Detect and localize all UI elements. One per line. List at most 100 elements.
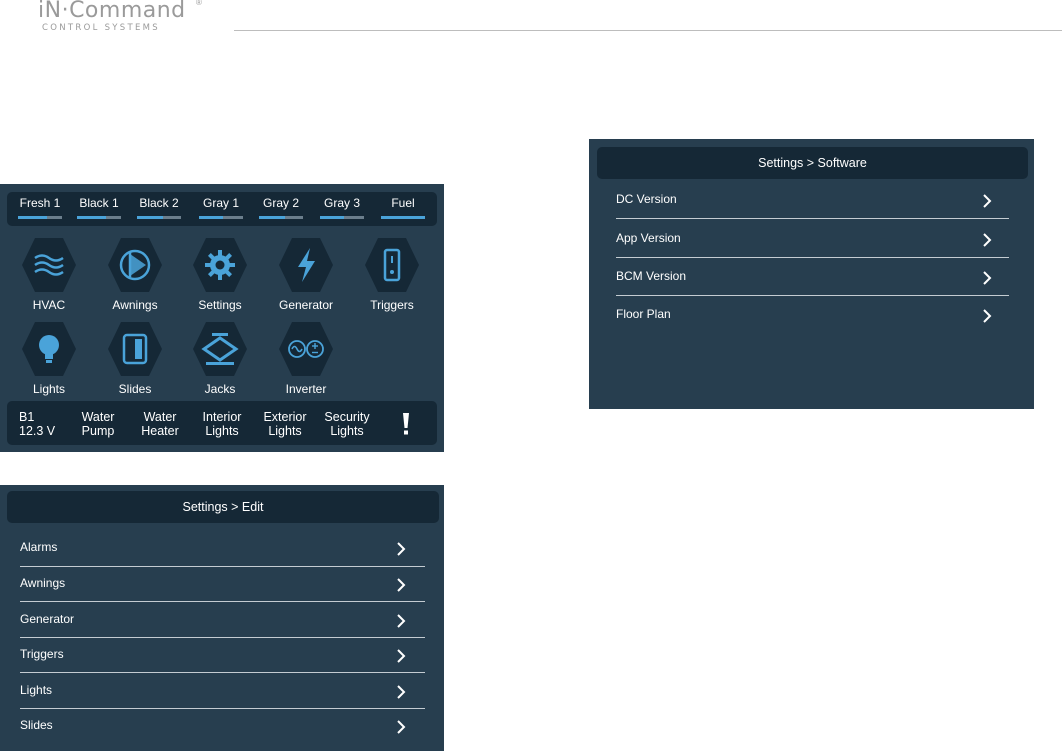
awning-icon: [108, 238, 162, 292]
status-line2: Pump: [81, 424, 115, 438]
app-label: Awnings: [112, 298, 158, 312]
status-line2: Lights: [205, 424, 239, 438]
status-line1: Water: [81, 410, 115, 424]
tank-gray-3[interactable]: Gray 3: [315, 192, 369, 226]
app-triggers[interactable]: Triggers: [352, 236, 432, 316]
settings-item-triggers[interactable]: Triggers: [20, 648, 408, 664]
tank-level-track: [18, 216, 62, 219]
software-item-floor-plan[interactable]: Floor Plan: [616, 308, 996, 324]
chevron-right-icon: [397, 578, 406, 592]
list-divider: [616, 218, 1009, 219]
lightning-bolt-icon: [279, 238, 333, 292]
tank-fresh-1[interactable]: Fresh 1: [13, 192, 67, 226]
tank-level-track: [77, 216, 121, 219]
app-label: Inverter: [285, 382, 327, 396]
tank-level-fill: [77, 216, 106, 219]
tank-level-track: [199, 216, 243, 219]
tank-level-fill: [199, 216, 224, 219]
chevron-right-icon: [397, 649, 406, 663]
software-item-app-version[interactable]: App Version: [616, 232, 996, 248]
battery-status[interactable]: B1 12.3 V: [19, 401, 69, 445]
status-line1: Security: [324, 410, 370, 424]
inverter-icon: [279, 322, 333, 376]
settings-edit-panel: Settings > Edit Alarms Awnings Generator…: [0, 485, 444, 751]
status-line1: Interior: [202, 410, 242, 424]
app-awnings[interactable]: Awnings: [95, 236, 175, 316]
list-item-label: DC Version: [616, 192, 677, 206]
settings-item-lights[interactable]: Lights: [20, 684, 408, 700]
page-title: Settings > Software: [758, 156, 867, 170]
brand-tagline: CONTROL SYSTEMS: [42, 23, 160, 33]
list-divider: [20, 566, 425, 567]
tank-level-fill: [381, 216, 425, 219]
status-line2: Heater: [141, 424, 179, 438]
list-item-label: Slides: [20, 718, 53, 732]
status-line1: Water: [143, 410, 177, 424]
tank-gray-2[interactable]: Gray 2: [254, 192, 308, 226]
settings-item-generator[interactable]: Generator: [20, 613, 408, 629]
app-slides[interactable]: Slides: [95, 320, 175, 400]
app-label: Lights: [32, 382, 66, 396]
settings-software-panel: Settings > Software DC Version App Versi…: [589, 139, 1034, 409]
app-hvac[interactable]: HVAC: [9, 236, 89, 316]
software-item-dc-version[interactable]: DC Version: [616, 193, 996, 209]
settings-item-awnings[interactable]: Awnings: [20, 577, 408, 593]
brand-name: iN·Command: [38, 0, 186, 23]
gear-icon: [193, 238, 247, 292]
trigger-switch-icon: [365, 238, 419, 292]
tank-gray-1[interactable]: Gray 1: [194, 192, 248, 226]
exclamation-icon[interactable]: [402, 413, 410, 435]
list-divider: [20, 672, 425, 673]
app-lights[interactable]: Lights: [9, 320, 89, 400]
tank-label: Gray 3: [323, 196, 360, 210]
tank-black-2[interactable]: Black 2: [132, 192, 186, 226]
app-label: Generator: [278, 298, 334, 312]
tank-level-fill: [320, 216, 345, 219]
tank-black-1[interactable]: Black 1: [72, 192, 126, 226]
tank-label: Gray 2: [262, 196, 299, 210]
settings-software-title-bar: Settings > Software: [597, 147, 1028, 179]
tank-level-track: [381, 216, 425, 219]
security-lights-toggle[interactable]: Security Lights: [316, 401, 378, 445]
tank-label: Fresh 1: [19, 196, 61, 210]
list-divider: [616, 295, 1009, 296]
app-inverter[interactable]: Inverter: [266, 320, 346, 400]
chevron-right-icon: [983, 309, 992, 323]
tank-level-track: [259, 216, 303, 219]
water-heater-toggle[interactable]: Water Heater: [129, 401, 191, 445]
chevron-right-icon: [397, 614, 406, 628]
app-generator[interactable]: Generator: [266, 236, 346, 316]
water-pump-toggle[interactable]: Water Pump: [67, 401, 129, 445]
interior-lights-toggle[interactable]: Interior Lights: [191, 401, 253, 445]
jack-icon: [193, 322, 247, 376]
software-item-bcm-version[interactable]: BCM Version: [616, 270, 996, 286]
chevron-right-icon: [397, 720, 406, 734]
app-label: HVAC: [32, 298, 66, 312]
registered-mark: ®: [196, 0, 202, 7]
exterior-lights-toggle[interactable]: Exterior Lights: [254, 401, 316, 445]
page-title: Settings > Edit: [182, 500, 264, 514]
app-label: Slides: [118, 382, 152, 396]
list-item-label: BCM Version: [616, 269, 687, 283]
chevron-right-icon: [397, 685, 406, 699]
tank-levels-bar: Fresh 1 Black 1 Black 2 Gray 1 Gray 2 Gr…: [7, 192, 437, 226]
tank-level-fill: [137, 216, 164, 219]
tank-level-track: [137, 216, 181, 219]
list-item-label: Alarms: [20, 540, 58, 554]
status-line2: Lights: [330, 424, 364, 438]
tank-level-track: [320, 216, 364, 219]
app-settings[interactable]: Settings: [180, 236, 260, 316]
tank-label: Black 2: [139, 196, 179, 210]
app-label: Triggers: [370, 298, 414, 312]
app-label: Jacks: [204, 382, 236, 396]
battery-voltage: 12.3 V: [19, 424, 56, 438]
status-line1: Exterior: [263, 410, 307, 424]
app-jacks[interactable]: Jacks: [180, 320, 260, 400]
tank-fuel[interactable]: Fuel: [376, 192, 430, 226]
list-item-label: App Version: [616, 231, 681, 245]
home-screen-panel: Fresh 1 Black 1 Black 2 Gray 1 Gray 2 Gr…: [0, 184, 444, 452]
tank-label: Gray 1: [202, 196, 239, 210]
settings-item-slides[interactable]: Slides: [20, 719, 408, 735]
list-divider: [20, 637, 425, 638]
settings-item-alarms[interactable]: Alarms: [20, 541, 408, 557]
